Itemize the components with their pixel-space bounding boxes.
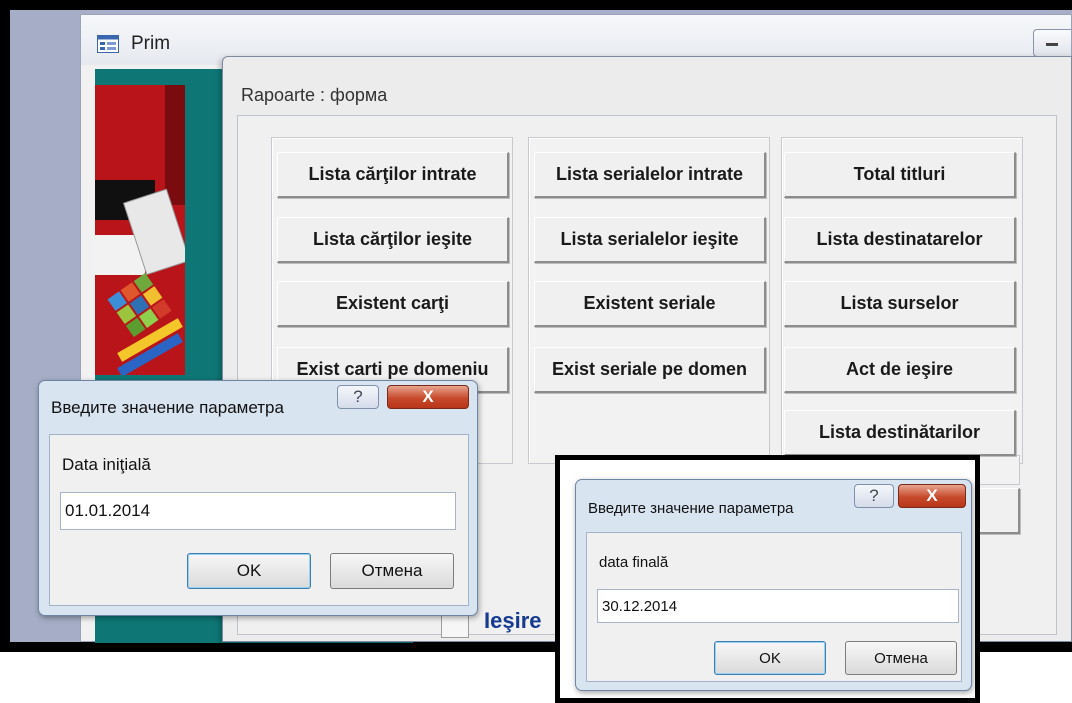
help-icon[interactable]: ? <box>337 385 379 409</box>
dialog-content: Data iniţială 01.01.2014 OK Отмена <box>49 434 469 606</box>
report-button-lista-serialelor-intrate[interactable]: Lista serialelor intrate <box>534 152 766 198</box>
report-button-lista-serialelor-iesite[interactable]: Lista serialelor ieşite <box>534 217 766 263</box>
dialog-title: Введите значение параметра <box>51 398 284 417</box>
dialog-content: data finală 30.12.2014 OK Отмена <box>586 532 962 682</box>
report-button-total-titluri[interactable]: Total titluri <box>784 152 1016 198</box>
parameter-label: Data iniţială <box>62 455 151 474</box>
parameter-label: data finală <box>599 554 669 571</box>
report-button-lista-surselor[interactable]: Lista surselor <box>784 281 1016 327</box>
report-button-lista-cartilor-iesite[interactable]: Lista cărţilor ieşite <box>277 217 509 263</box>
form-icon <box>97 35 119 53</box>
report-button-existent-carti[interactable]: Existent carţi <box>277 281 509 327</box>
report-button-exist-seriale-pe-domen[interactable]: Exist seriale pe domen <box>534 347 766 393</box>
parameter-input[interactable]: 30.12.2014 <box>597 589 959 623</box>
parameter-input[interactable]: 01.01.2014 <box>60 492 456 530</box>
report-button-lista-destinatarilor[interactable]: Lista destinătarilor <box>784 410 1016 456</box>
parameter-dialog-start: Введите значение параметра ? X Data iniţ… <box>38 380 478 616</box>
close-icon[interactable]: X <box>387 385 469 409</box>
report-button-existent-seriale[interactable]: Existent seriale <box>534 281 766 327</box>
prim-title: Prim <box>131 33 171 54</box>
help-icon[interactable]: ? <box>854 484 894 508</box>
parameter-dialog-end: Введите значение параметра ? X data fina… <box>575 479 972 691</box>
ok-button[interactable]: OK <box>714 641 826 675</box>
rapoarte-title: Rapoarte : форма <box>241 85 388 105</box>
minimize-button[interactable] <box>1033 29 1071 57</box>
report-button-lista-cartilor-intrate[interactable]: Lista cărţilor intrate <box>277 152 509 198</box>
ok-button[interactable]: OK <box>187 553 311 589</box>
close-icon[interactable]: X <box>898 484 966 508</box>
cancel-button[interactable]: Отмена <box>845 641 957 675</box>
report-button-lista-destinatarelor[interactable]: Lista destinatarelor <box>784 217 1016 263</box>
artwork-graphic <box>95 85 185 375</box>
dialog-title: Введите значение параметра <box>588 500 794 517</box>
decorative-artwork <box>95 85 185 375</box>
exit-label[interactable]: Ieşire <box>484 608 542 634</box>
report-button-act-de-iesire[interactable]: Act de ieşire <box>784 347 1016 393</box>
cancel-button[interactable]: Отмена <box>330 553 454 589</box>
